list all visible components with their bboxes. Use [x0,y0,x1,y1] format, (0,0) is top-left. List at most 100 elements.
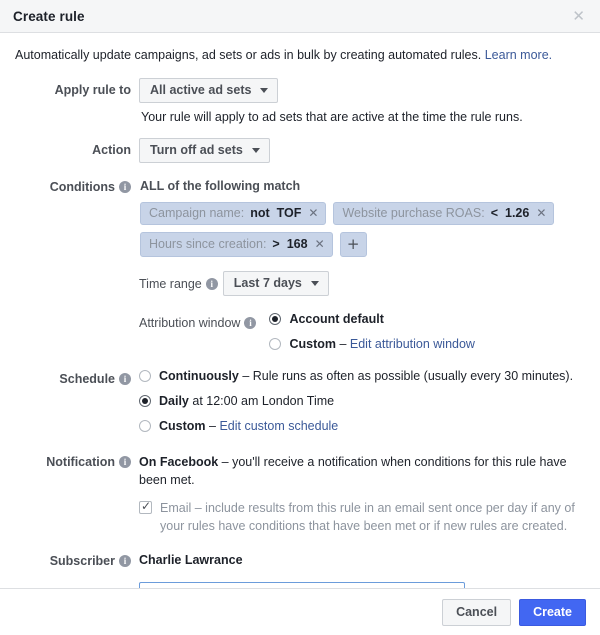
apply-rule-to-value: All active ad sets [150,82,252,97]
schedule-options: Continuously – Rule runs as often as pos… [139,367,586,435]
schedule-option-rest: at 12:00 am London Time [188,394,335,409]
dialog-body: Automatically update campaigns, ad sets … [0,33,600,588]
schedule-label: Schedule i [14,367,139,435]
chip-operator: not [250,205,270,220]
notification-row: Notification i On Facebook – you'll rece… [14,450,586,536]
create-button[interactable]: Create [519,598,586,626]
chevron-down-icon [310,280,319,286]
attribution-option-title: Custom [289,337,336,351]
subscriber-control: Charlie Lawrance [139,549,586,568]
cancel-button[interactable]: Cancel [442,598,512,626]
rule-name-label: Rule name [14,582,139,588]
radio-icon[interactable] [269,312,282,325]
info-icon[interactable]: i [244,317,257,330]
action-label: Action [92,142,131,157]
apply-rule-to-row: Apply rule to All active ad sets Your ru… [14,77,586,124]
schedule-option-rest: – [205,419,220,434]
chip-operator: > [272,236,280,251]
radio-icon[interactable] [139,370,151,383]
intro-sentence: Automatically update campaigns, ad sets … [15,48,482,62]
time-range-row: Time range i Last 7 days [139,270,586,296]
attribution-window-row: Attribution window i Account default Cus… [139,310,586,353]
schedule-option-continuously[interactable]: Continuously – Rule runs as often as pos… [139,367,586,385]
chevron-down-icon [251,147,260,153]
conditions-label-text: Conditions [49,179,115,194]
time-range-value: Last 7 days [233,275,302,290]
attribution-option-rest: – [335,337,350,351]
rule-name-row: Rule name ROAS < 1.26 Turn Off Ad Set [14,582,586,588]
apply-rule-to-helper: Your rule will apply to ad sets that are… [141,109,523,124]
dialog-header: Create rule ✕ [0,0,600,33]
radio-icon[interactable] [269,338,282,350]
conditions-row: Conditions i ALL of the following match … [14,175,586,353]
remove-icon[interactable]: ✕ [315,238,325,250]
edit-attribution-window-link[interactable]: Edit attribution window [350,337,475,351]
learn-more-link[interactable]: Learn more. [485,48,552,62]
checkbox-icon[interactable] [139,499,152,514]
attribution-option-title: Account default [289,311,384,326]
time-range-dropdown[interactable]: Last 7 days [222,270,329,296]
schedule-option-rest: – Rule runs as often as possible (usuall… [238,369,574,384]
add-condition-button[interactable]: + [339,231,367,257]
subscriber-label-text: Subscriber [49,554,115,568]
subscriber-name: Charlie Lawrance [139,553,243,567]
notification-email-option[interactable]: Email – include results from this rule i… [139,499,586,535]
close-icon[interactable]: ✕ [569,7,588,26]
attribution-option-account-default[interactable]: Account default [269,310,475,328]
rule-name-input[interactable]: ROAS < 1.26 Turn Off Ad Set [139,582,465,588]
condition-chip[interactable]: Campaign name: not TOF ✕ [140,201,327,225]
subscriber-label: Subscriber i [14,549,139,568]
remove-icon[interactable]: ✕ [536,207,546,219]
notification-label-text: Notification [46,454,115,469]
condition-chip[interactable]: Website purchase ROAS: < 1.26 ✕ [333,201,555,225]
schedule-row: Schedule i Continuously – Rule runs as o… [14,367,586,435]
chip-operator: < [490,205,498,220]
notification-options: On Facebook – you'll receive a notificat… [139,450,586,536]
remove-icon[interactable]: ✕ [308,207,318,219]
chip-value: TOF [276,205,302,220]
subscriber-row: Subscriber i Charlie Lawrance [14,549,586,568]
action-dropdown[interactable]: Turn off ad sets [139,137,270,163]
notification-facebook-text: On Facebook – you'll receive a notificat… [139,450,586,489]
chip-field: Campaign name: [149,205,245,220]
time-range-label-text: Time range [139,276,202,291]
rule-name-control: ROAS < 1.26 Turn Off Ad Set [139,582,586,588]
info-icon[interactable]: i [205,278,218,291]
schedule-option-title: Daily [159,394,189,409]
schedule-option-title: Continuously [159,369,239,384]
attribution-window-label: Attribution window i [139,310,257,330]
time-range-label: Time range i [139,271,218,291]
condition-chip[interactable]: Hours since creation: > 168 ✕ [140,231,333,257]
notification-email-rest: – include results from this rule in an e… [160,500,575,533]
conditions-match-text: ALL of the following match [140,178,301,193]
notification-email-title: Email [160,500,192,515]
edit-custom-schedule-link[interactable]: Edit custom schedule [219,419,338,433]
info-icon[interactable]: i [119,373,131,386]
radio-icon[interactable] [139,395,151,408]
attribution-window-options: Account default Custom – Edit attributio… [261,310,475,353]
schedule-label-text: Schedule [59,372,115,387]
chip-value: 1.26 [505,205,530,220]
attribution-window-label-text: Attribution window [139,315,241,330]
dialog-footer: Cancel Create [0,588,600,635]
condition-chip-list: Campaign name: not TOF ✕ Website purchas… [140,201,586,257]
dialog-title: Create rule [13,8,85,24]
notification-facebook-title: On Facebook [139,454,219,469]
chip-field: Website purchase ROAS: [342,205,485,220]
chip-field: Hours since creation: [149,236,267,251]
schedule-option-custom[interactable]: Custom – Edit custom schedule [139,417,586,435]
info-icon[interactable]: i [119,555,131,567]
info-icon[interactable]: i [119,455,131,468]
intro-text: Automatically update campaigns, ad sets … [15,47,586,64]
radio-icon[interactable] [139,420,151,433]
action-row: Action Turn off ad sets [14,137,586,163]
apply-rule-to-dropdown[interactable]: All active ad sets [139,77,279,103]
info-icon[interactable]: i [119,180,131,193]
apply-rule-to-label: Apply rule to [54,82,131,97]
create-rule-dialog: Create rule ✕ Automatically update campa… [0,0,600,635]
schedule-option-daily[interactable]: Daily at 12:00 am London Time [139,392,586,410]
chevron-down-icon [260,87,269,93]
chip-value: 168 [286,236,308,251]
attribution-option-custom[interactable]: Custom – Edit attribution window [269,335,475,353]
apply-rule-to-control: All active ad sets Your rule will apply … [139,77,586,124]
